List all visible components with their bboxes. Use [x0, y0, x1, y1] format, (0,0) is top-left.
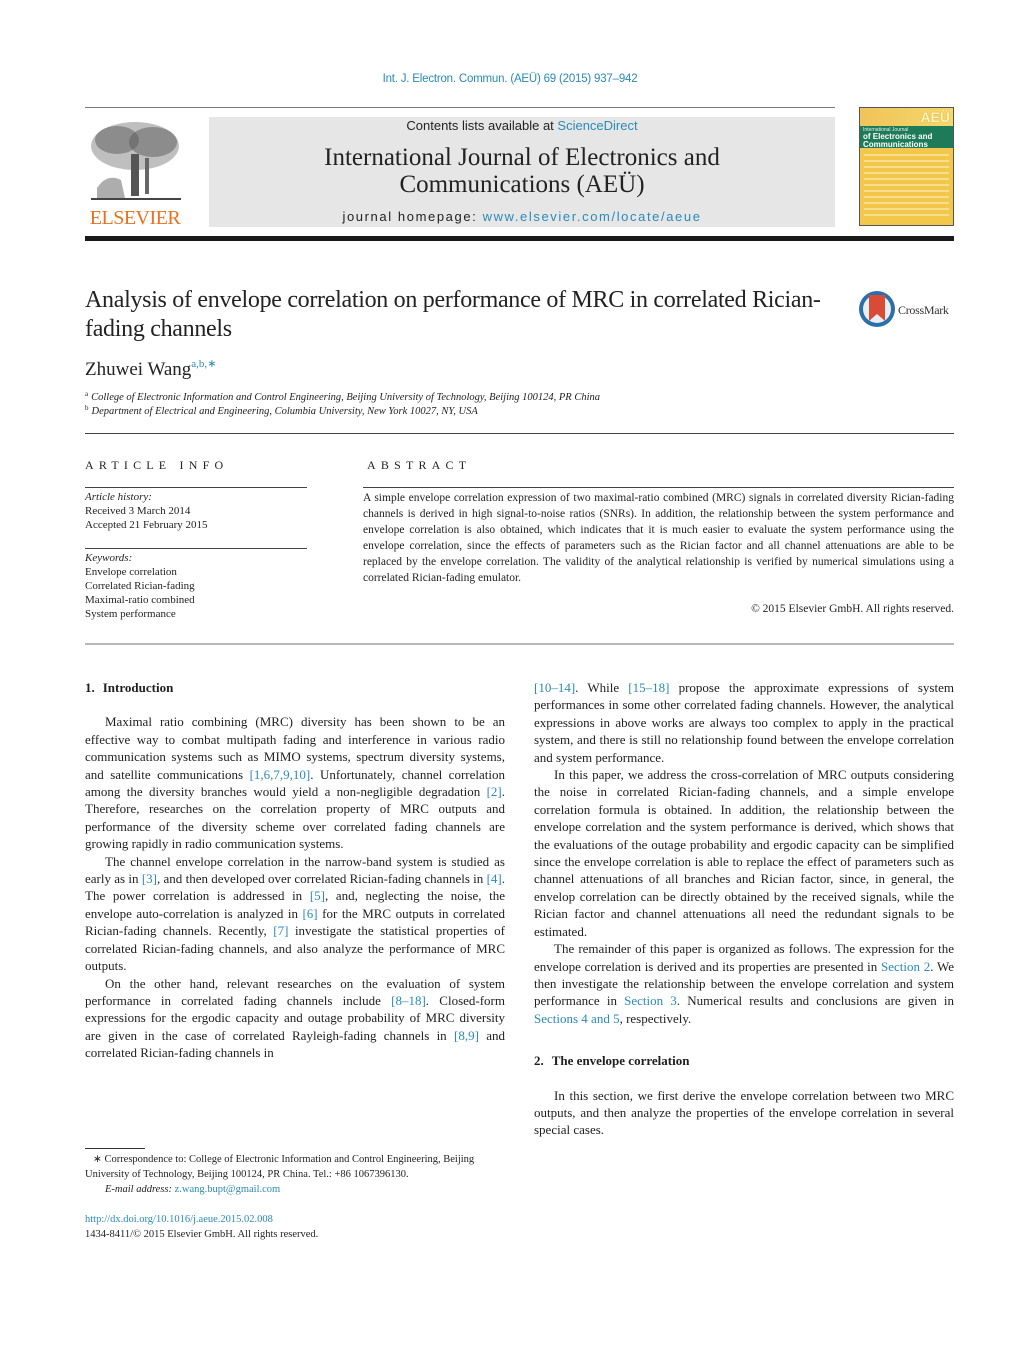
author-name: Zhuwei Wanga,b,∗ — [85, 357, 216, 381]
article-title: Analysis of envelope correlation on perf… — [85, 287, 821, 342]
citation-link[interactable]: [5] — [310, 888, 325, 903]
accepted-date: Accepted 21 February 2015 — [85, 519, 208, 531]
article-info-heading: ARTICLE INFO — [85, 458, 229, 472]
correspondence-text: Correspondence to: College of Electronic… — [85, 1154, 475, 1180]
keywords-block: Keywords: Envelope correlation Correlate… — [85, 551, 195, 621]
citation-link[interactable]: [7] — [273, 923, 288, 938]
intro-paragraph-3-start: On the other hand, relevant researches o… — [85, 975, 505, 1062]
crossmark-label: CrossMark — [898, 303, 949, 317]
keyword: Envelope correlation — [85, 566, 177, 578]
keyword: Maximal-ratio combined — [85, 594, 195, 606]
intro-paragraph-1: Maximal ratio combining (MRC) diversity … — [85, 713, 505, 852]
sciencedirect-link[interactable]: ScienceDirect — [557, 118, 637, 133]
elsevier-wordmark: ELSEVIER — [89, 207, 181, 229]
doi-link[interactable]: http://dx.doi.org/10.1016/j.aeue.2015.02… — [85, 1212, 318, 1227]
affiliation-a: a College of Electronic Information and C… — [85, 390, 600, 403]
body-right-column: [10–14]. While [15–18] propose the appro… — [534, 679, 954, 1139]
journal-cover-thumbnail[interactable]: AEÜ International Journal of Electronics… — [859, 107, 954, 226]
abstract-bottom-rule — [85, 643, 954, 645]
intro-paragraph-3-cont: [10–14]. While [15–18] propose the appro… — [534, 679, 954, 766]
homepage-prefix: journal homepage: — [342, 209, 483, 224]
section-1-title: Introduction — [102, 680, 174, 695]
intro-paragraph-2: The channel envelope correlation in the … — [85, 853, 505, 975]
journal-title: International Journal of Electronics and… — [209, 144, 835, 198]
section-2-paragraph-1: In this section, we first derive the env… — [534, 1087, 954, 1138]
keyword: System performance — [85, 608, 176, 620]
cover-badge: AEÜ — [920, 109, 950, 125]
citation-link[interactable]: [8,9] — [454, 1028, 479, 1043]
body-left-column: 1. Introduction Maximal ratio combining (… — [85, 679, 505, 1062]
footnote-star: ∗ — [93, 1154, 102, 1165]
abstract-text: A simple envelope correlation expression… — [363, 492, 954, 584]
email-link[interactable]: z.wang.bupt@gmail.com — [175, 1184, 281, 1195]
crossmark-badge[interactable]: CrossMark — [858, 290, 958, 330]
abstract-copyright: © 2015 Elsevier GmbH. All rights reserve… — [751, 603, 954, 615]
citation-link[interactable]: [1,6,7,9,10] — [250, 767, 311, 782]
citation-link[interactable]: [4] — [487, 871, 502, 886]
journal-title-line2: Communications (AEÜ) — [399, 171, 645, 198]
cover-title: of Electronics and Communications — [863, 133, 932, 149]
text: . Numerical results and conclusions are … — [676, 993, 954, 1009]
keyword: Correlated Rician-fading — [85, 580, 195, 592]
contents-prefix: Contents lists available at — [406, 118, 558, 133]
article-info-rule — [85, 487, 307, 488]
doi-block: http://dx.doi.org/10.1016/j.aeue.2015.02… — [85, 1212, 318, 1242]
header-top-rule — [85, 107, 835, 108]
intro-paragraph-5: The remainder of this paper is organized… — [534, 940, 954, 1027]
citation-link[interactable]: [10–14] — [534, 680, 575, 695]
history-label: Article history: — [85, 491, 152, 503]
affiliation-a-text: College of Electronic Information and Co… — [91, 392, 601, 403]
elsevier-tree-icon — [91, 122, 181, 200]
issn-copyright: 1434-8411/© 2015 Elsevier GmbH. All righ… — [85, 1229, 319, 1240]
homepage-line: journal homepage: www.elsevier.com/locat… — [209, 209, 835, 224]
section-link[interactable]: Section 2 — [881, 959, 930, 974]
affiliation-b-text: Department of Electrical and Engineering… — [91, 406, 478, 417]
elsevier-logo[interactable]: ELSEVIER — [85, 115, 185, 230]
contents-line: Contents lists available at ScienceDirec… — [209, 118, 835, 133]
citation-link[interactable]: [3] — [142, 871, 157, 886]
abstract-heading: ABSTRACT — [367, 458, 472, 472]
citation-link[interactable]: [6] — [302, 906, 317, 921]
journal-banner: Contents lists available at ScienceDirec… — [209, 117, 835, 227]
text: . While — [575, 680, 629, 695]
cover-contents-pattern — [864, 154, 949, 219]
section-link[interactable]: Section 3 — [624, 993, 677, 1008]
intro-paragraph-4: In this paper, we address the cross-corr… — [534, 767, 954, 939]
affiliation-a-mark: a — [85, 390, 89, 398]
cover-title-line2: Communications — [863, 140, 928, 149]
received-date: Received 3 March 2014 — [85, 505, 191, 517]
section-2-number: 2. — [534, 1053, 544, 1069]
correspondence-footnote: ∗ Correspondence to: College of Electron… — [85, 1152, 505, 1197]
text: , respectively. — [619, 1010, 692, 1026]
header-thick-rule — [85, 236, 954, 241]
crossmark-icon — [859, 291, 895, 327]
homepage-link[interactable]: www.elsevier.com/locate/aeue — [483, 209, 702, 224]
citation-link[interactable]: [15–18] — [628, 680, 669, 695]
section-1-heading: 1. Introduction — [85, 679, 505, 696]
section-2-title: The envelope correlation — [551, 1053, 690, 1069]
article-history: Article history: Received 3 March 2014 A… — [85, 490, 208, 532]
email-label: E-mail address: — [105, 1184, 172, 1195]
section-2-heading: 2. The envelope correlation — [534, 1052, 954, 1069]
title-separator-rule — [85, 433, 954, 434]
affiliation-b: b Department of Electrical and Engineerin… — [85, 404, 478, 417]
keywords-label: Keywords: — [85, 552, 133, 564]
citation-link[interactable]: [2] — [487, 784, 502, 799]
affiliation-b-mark: b — [85, 404, 89, 412]
section-link[interactable]: Sections 4 and 5 — [534, 1011, 620, 1026]
author-affiliation-marks[interactable]: a,b, — [191, 358, 207, 370]
keywords-rule — [85, 548, 307, 549]
journal-reference[interactable]: Int. J. Electron. Commun. (AEÜ) 69 (2015… — [0, 73, 1020, 85]
footnote-rule — [85, 1148, 145, 1149]
text: , and then developed over correlated Ric… — [156, 871, 487, 887]
citation-link[interactable]: [8–18] — [391, 993, 426, 1008]
journal-title-line1: International Journal of Electronics and — [324, 144, 720, 171]
corresponding-author-mark[interactable]: ∗ — [207, 358, 216, 370]
abstract-rule — [363, 487, 954, 488]
section-1-number: 1. — [85, 680, 95, 695]
author: Zhuwei Wang — [85, 359, 192, 380]
